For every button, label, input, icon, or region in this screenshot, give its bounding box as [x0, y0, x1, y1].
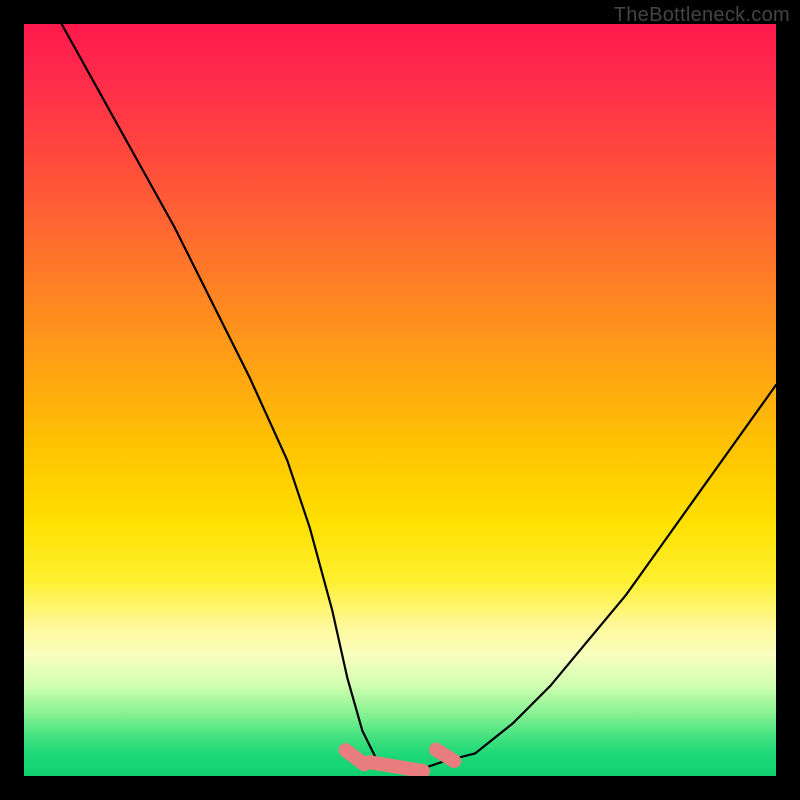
chart-frame [24, 24, 776, 776]
marker-blob-mid [361, 754, 431, 776]
bottleneck-curve [62, 24, 776, 769]
chart-svg [24, 24, 776, 776]
marker-group [336, 740, 464, 776]
